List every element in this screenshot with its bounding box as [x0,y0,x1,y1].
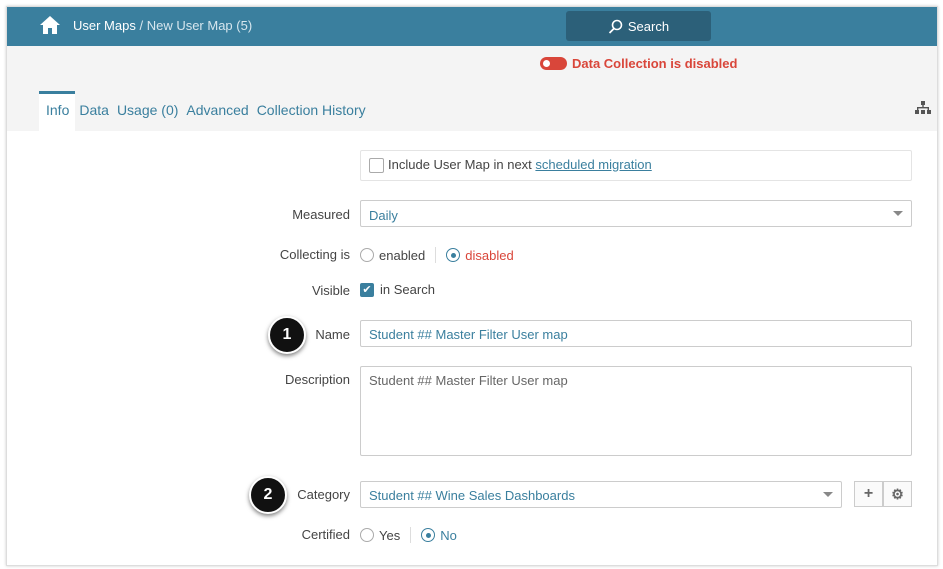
page-frame: User Maps / New User Map (5) Search Data… [6,6,938,566]
annotation-badge-1: 1 [268,316,306,354]
home-icon[interactable] [39,15,61,35]
tab-advanced[interactable]: Advanced [182,91,252,131]
certified-no-radio[interactable] [421,528,436,542]
category-select[interactable]: Student ## Wine Sales Dashboards [360,481,842,508]
breadcrumb-user-maps[interactable]: User Maps [73,18,136,33]
collecting-enabled-radio[interactable] [360,248,374,262]
divider [435,247,437,263]
migration-checkbox[interactable] [369,158,384,174]
divider [410,527,412,543]
measured-label: Measured [292,207,350,222]
migration-panel: Include User Map in next scheduled migra… [360,150,912,181]
scheduled-migration-link[interactable]: scheduled migration [535,157,651,172]
tab-bar: Info Data Usage (0) Advanced Collection … [39,91,370,131]
tab-collection-history[interactable]: Collection History [253,91,370,131]
data-collection-text: Data Collection is disabled [572,56,738,71]
tab-data[interactable]: Data [75,91,113,131]
chevron-down-icon [823,492,833,497]
top-bar: User Maps / New User Map (5) Search [7,7,937,46]
tab-usage[interactable]: Usage (0) [113,91,182,131]
hierarchy-icon[interactable] [915,101,931,115]
plus-icon: + [863,485,874,502]
chevron-down-icon [893,211,903,216]
tab-info[interactable]: Info [39,91,76,131]
certified-no-label[interactable]: No [440,528,457,543]
gear-icon: ⚙ [891,485,904,502]
measured-select[interactable]: Daily [360,200,912,227]
visible-in-search-label[interactable]: in Search [380,282,435,297]
annotation-badge-2: 2 [249,476,287,514]
category-value: Student ## Wine Sales Dashboards [369,488,575,503]
category-settings-button[interactable]: ⚙ [883,481,912,507]
search-icon [608,19,623,34]
collecting-enabled-label[interactable]: enabled [379,248,425,263]
description-label: Description [284,372,350,387]
search-button[interactable]: Search [566,11,711,41]
toggle-icon[interactable] [540,57,567,70]
name-label: Name [315,327,350,342]
certified-yes-label[interactable]: Yes [379,528,400,543]
measured-value: Daily [369,208,398,223]
visible-in-search-checkbox[interactable]: ✔ [360,282,374,297]
migration-text: Include User Map in next [388,157,536,172]
add-category-button[interactable]: + [854,481,883,507]
data-collection-status[interactable]: Data Collection is disabled [540,56,737,71]
description-textarea[interactable]: Student ## Master Filter User map [360,366,912,456]
certified-label: Certified [301,527,350,542]
breadcrumb-current: / New User Map (5) [135,18,253,33]
name-input[interactable]: Student ## Master Filter User map [360,320,912,347]
collecting-disabled-radio[interactable] [446,248,461,262]
search-label: Search [627,18,670,34]
breadcrumb: User Maps / New User Map (5) [73,18,252,33]
collecting-disabled-label[interactable]: disabled [465,248,513,263]
collecting-label: Collecting is [279,247,350,262]
category-label: Category [297,487,350,502]
certified-yes-radio[interactable] [360,528,374,542]
visible-label: Visible [311,283,350,298]
